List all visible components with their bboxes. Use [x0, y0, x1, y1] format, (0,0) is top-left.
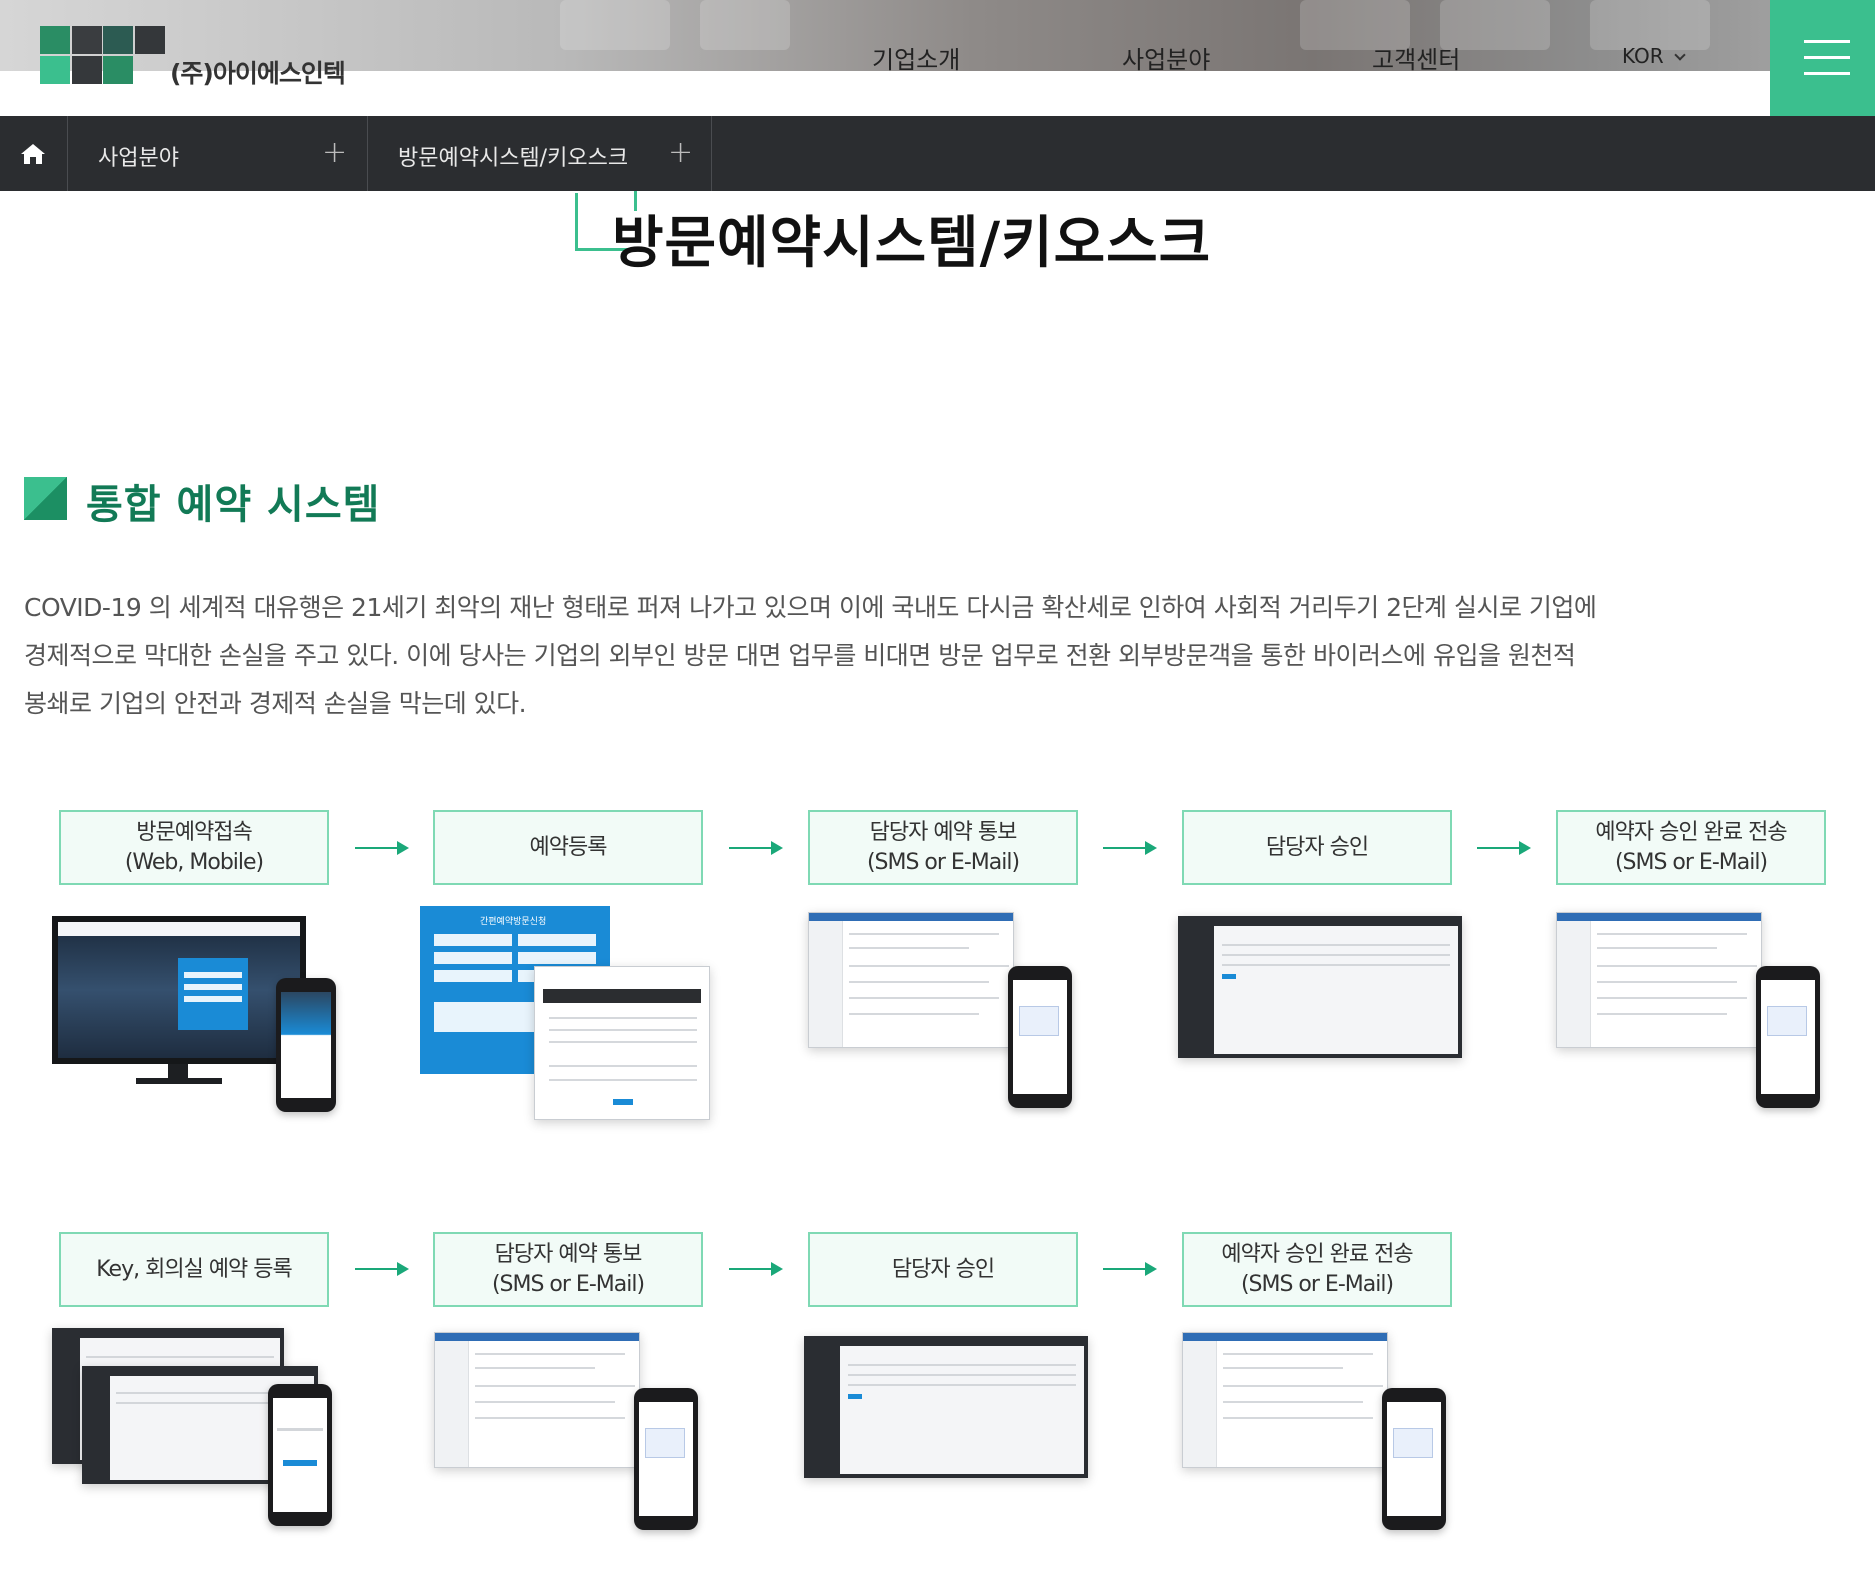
page-title: 방문예약시스템/키오스크 [612, 211, 1212, 276]
logo-text: (주)아이에스인텍 [170, 59, 346, 88]
section-title: 통합 예약 시스템 [86, 482, 381, 528]
arrow-right-icon [1103, 841, 1157, 855]
nav-customer-center[interactable]: 고객센터 [1372, 40, 1460, 75]
step-label: Key, 회의실 예약 등록 [96, 1256, 293, 1282]
arrow-right-icon [355, 841, 409, 855]
step-label: 방문예약접속 [136, 819, 252, 845]
flow-step-approval-sent: 예약자 승인 완료 전송 (SMS or E-Mail) [1556, 810, 1826, 885]
step-sublabel: (SMS or E-Mail) [1240, 1271, 1394, 1297]
breadcrumb-label: 방문예약시스템/키오스크 [398, 146, 629, 171]
chevron-down-icon [1674, 49, 1686, 61]
form-title: 간편예약방문신청 [480, 917, 547, 927]
step-label: 담당자 예약 통보 [869, 819, 1018, 845]
arrow-right-icon [1103, 1262, 1157, 1276]
flow-step-manager-approve: 담당자 승인 [1182, 810, 1452, 885]
breadcrumb-item-reservation[interactable]: 방문예약시스템/키오스크 + [368, 116, 712, 191]
flow-step-visit-access: 방문예약접속 (Web, Mobile) [59, 810, 329, 885]
arrow-right-icon [729, 1262, 783, 1276]
flow-step-manager-approve: 담당자 승인 [808, 1232, 1078, 1307]
breadcrumb-label: 사업분야 [98, 146, 179, 171]
flow-step-reservation: 예약등록 [433, 810, 703, 885]
flow-step-manager-notify: 담당자 예약 통보 (SMS or E-Mail) [433, 1232, 703, 1307]
flow-step-key-room-reservation: Key, 회의실 예약 등록 [59, 1232, 329, 1307]
description-line: 봉쇄로 기업의 안전과 경제적 손실을 막는데 있다. [24, 689, 527, 718]
step-sublabel: (SMS or E-Mail) [1614, 849, 1768, 875]
flow-step-approval-sent: 예약자 승인 완료 전송 (SMS or E-Mail) [1182, 1232, 1452, 1307]
step-sublabel: (SMS or E-Mail) [491, 1271, 645, 1297]
arrow-right-icon [355, 1262, 409, 1276]
section-square-icon [24, 477, 67, 520]
breadcrumb: 사업분야 + 방문예약시스템/키오스크 + [0, 116, 1875, 191]
home-icon [21, 144, 45, 164]
step-sublabel: (SMS or E-Mail) [866, 849, 1020, 875]
home-button[interactable] [0, 116, 68, 191]
step-sublabel: (Web, Mobile) [124, 849, 264, 875]
plus-icon: + [322, 135, 348, 170]
plus-icon: + [668, 135, 694, 170]
step-label: 예약자 승인 완료 전송 [1595, 819, 1787, 845]
step-label: 담당자 예약 통보 [494, 1241, 643, 1267]
step-label: 담당자 승인 [891, 1256, 995, 1282]
language-selector[interactable]: KOR [1622, 44, 1686, 68]
breadcrumb-item-business[interactable]: 사업분야 + [68, 116, 368, 191]
section-description: COVID-19 의 세계적 대유행은 21세기 최악의 재난 형태로 퍼져 나… [24, 584, 1824, 728]
nav-company-intro[interactable]: 기업소개 [872, 40, 960, 75]
flow-step-manager-notify: 담당자 예약 통보 (SMS or E-Mail) [808, 810, 1078, 885]
arrow-right-icon [1477, 841, 1531, 855]
language-label: KOR [1622, 44, 1664, 68]
company-logo[interactable]: (주)아이에스인텍 [40, 26, 346, 88]
nav-business[interactable]: 사업분야 [1122, 40, 1210, 75]
description-line: COVID-19 의 세계적 대유행은 21세기 최악의 재난 형태로 퍼져 나… [24, 593, 1597, 622]
hamburger-menu-button[interactable] [1770, 0, 1875, 116]
arrow-right-icon [729, 841, 783, 855]
site-header: (주)아이에스인텍 기업소개 사업분야 고객센터 KOR [0, 0, 1875, 116]
step-label: 담당자 승인 [1265, 834, 1369, 860]
step-label: 예약등록 [529, 834, 608, 860]
description-line: 경제적으로 막대한 손실을 주고 있다. 이에 당사는 기업의 외부인 방문 대… [24, 641, 1576, 670]
step-label: 예약자 승인 완료 전송 [1221, 1241, 1413, 1267]
